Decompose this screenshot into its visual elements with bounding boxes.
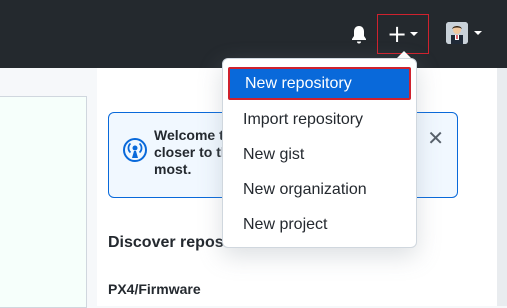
welcome-line: most.	[154, 161, 192, 177]
right-edge-strip	[497, 68, 507, 306]
chevron-down-icon[interactable]	[474, 31, 482, 35]
dropdown-caret	[397, 51, 411, 58]
repo-link[interactable]: PX4/Firmware	[108, 281, 201, 297]
avatar-image	[446, 22, 468, 44]
broadcast-icon	[123, 138, 147, 162]
avatar[interactable]	[446, 22, 468, 44]
menu-item-import-repository[interactable]: Import repository	[223, 103, 418, 136]
close-icon[interactable]: ✕	[427, 127, 444, 149]
welcome-text: Welcome t closer to th most.	[154, 127, 224, 178]
bell-icon[interactable]	[351, 25, 367, 45]
left-panel	[0, 96, 87, 308]
welcome-line: Welcome t	[154, 127, 224, 143]
menu-item-new-repository[interactable]: New repository	[228, 67, 411, 100]
create-new-button[interactable]: +	[377, 14, 429, 54]
menu-item-new-organization[interactable]: New organization	[223, 173, 418, 206]
menu-item-new-project[interactable]: New project	[223, 208, 418, 241]
menu-item-new-gist[interactable]: New gist	[223, 138, 418, 171]
welcome-line: closer to th	[154, 144, 224, 160]
create-new-dropdown: New repository Import repository New gis…	[222, 58, 417, 248]
plus-icon: +	[387, 20, 408, 48]
chevron-down-icon	[410, 32, 418, 36]
